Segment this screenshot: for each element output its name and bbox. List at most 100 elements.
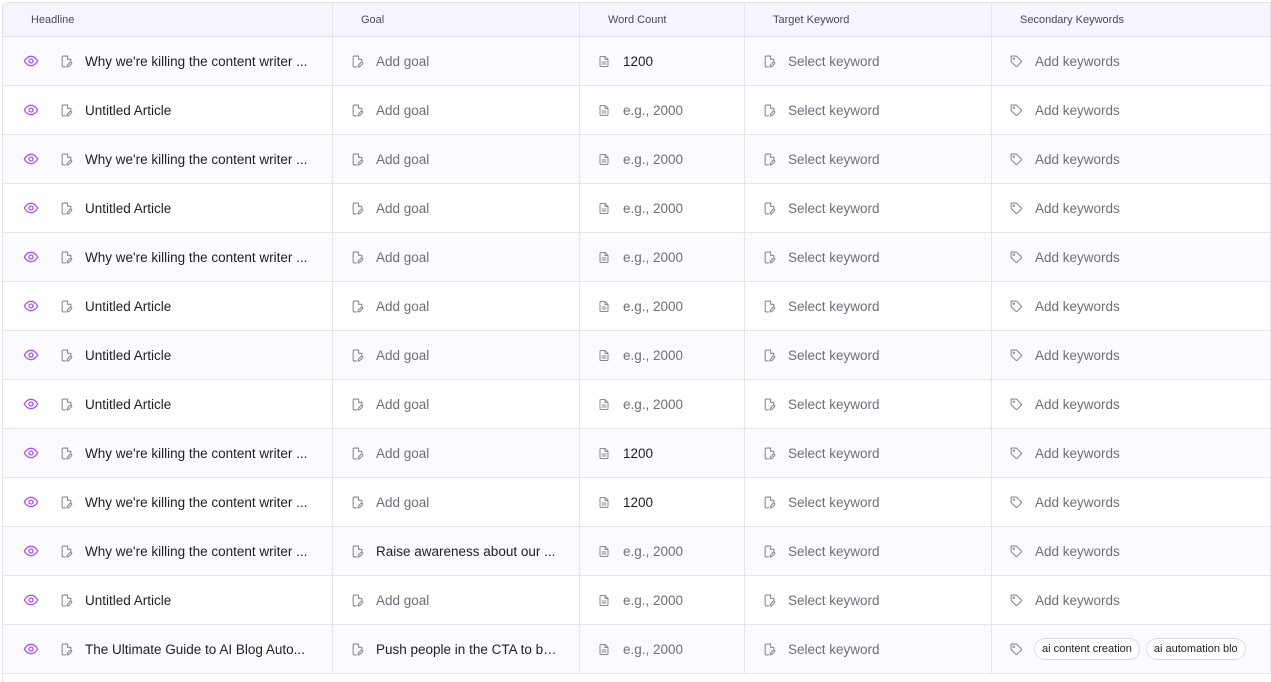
secondary-keywords-cell[interactable]: Add keywords <box>992 282 1271 330</box>
target-keyword-cell[interactable]: Select keyword <box>745 478 992 526</box>
eye-icon[interactable] <box>22 395 40 413</box>
goal-cell[interactable]: Add goal <box>333 37 580 85</box>
goal-cell[interactable]: Add goal <box>333 233 580 281</box>
table-row[interactable]: The Ultimate Guide to AI Blog Auto... Pu… <box>3 625 1271 674</box>
eye-icon[interactable] <box>22 444 40 462</box>
goal-cell[interactable]: Add goal <box>333 282 580 330</box>
target-keyword-cell[interactable]: Select keyword <box>745 527 992 575</box>
eye-icon[interactable] <box>22 199 40 217</box>
table-row[interactable]: Why we're killing the content writer ...… <box>3 527 1271 576</box>
target-keyword-cell[interactable]: Select keyword <box>745 576 992 624</box>
goal-cell[interactable]: Add goal <box>333 429 580 477</box>
secondary-keywords-cell[interactable]: ai content creation ai automation blo <box>992 625 1271 673</box>
secondary-keywords-cell[interactable]: Add keywords <box>992 331 1271 379</box>
word-count-cell[interactable]: 1200 <box>580 429 745 477</box>
target-keyword-cell[interactable]: Select keyword <box>745 184 992 232</box>
word-count-cell[interactable]: 1200 <box>580 478 745 526</box>
eye-icon[interactable] <box>22 297 40 315</box>
eye-icon[interactable] <box>22 640 40 658</box>
headline-cell[interactable]: Untitled Article <box>3 282 333 330</box>
secondary-keywords-cell[interactable]: Add keywords <box>992 576 1271 624</box>
goal-cell[interactable]: Add goal <box>333 576 580 624</box>
headline-cell[interactable]: Why we're killing the content writer ... <box>3 527 333 575</box>
column-header-goal[interactable]: Goal <box>333 3 580 36</box>
target-keyword-cell[interactable]: Select keyword <box>745 331 992 379</box>
secondary-keywords-cell[interactable]: Add keywords <box>992 37 1271 85</box>
target-keyword-cell[interactable]: Select keyword <box>745 37 992 85</box>
headline-cell[interactable]: Untitled Article <box>3 184 333 232</box>
headline-cell[interactable]: Why we're killing the content writer ... <box>3 135 333 183</box>
headline-cell[interactable]: Why we're killing the content writer ... <box>3 37 333 85</box>
headline-cell[interactable]: Untitled Article <box>3 86 333 134</box>
column-header-target-keyword[interactable]: Target Keyword <box>745 3 992 36</box>
file-edit-icon <box>59 593 73 607</box>
secondary-keywords-cell[interactable]: Add keywords <box>992 86 1271 134</box>
goal-cell[interactable]: Raise awareness about our ... <box>333 527 580 575</box>
table-row[interactable]: Untitled Article Add goal e.g., 2000 Sel… <box>3 86 1271 135</box>
goal-cell[interactable]: Add goal <box>333 380 580 428</box>
eye-icon[interactable] <box>22 101 40 119</box>
eye-icon[interactable] <box>22 52 40 70</box>
word-count-cell[interactable]: e.g., 2000 <box>580 576 745 624</box>
table-row[interactable]: Untitled Article Add goal e.g., 2000 Sel… <box>3 380 1271 429</box>
secondary-keywords-cell[interactable]: Add keywords <box>992 429 1271 477</box>
goal-cell[interactable]: Push people in the CTA to bo... <box>333 625 580 673</box>
word-count-cell[interactable]: e.g., 2000 <box>580 625 745 673</box>
table-row[interactable]: Why we're killing the content writer ...… <box>3 37 1271 86</box>
table-row[interactable]: Why we're killing the content writer ...… <box>3 233 1271 282</box>
headline-cell[interactable]: Why we're killing the content writer ... <box>3 233 333 281</box>
word-count-cell[interactable]: e.g., 2000 <box>580 135 745 183</box>
secondary-keywords-cell[interactable]: Add keywords <box>992 135 1271 183</box>
column-header-secondary-keywords[interactable]: Secondary Keywords <box>992 3 1271 36</box>
goal-cell[interactable]: Add goal <box>333 86 580 134</box>
word-count-cell[interactable]: e.g., 2000 <box>580 527 745 575</box>
headline-cell[interactable]: Why we're killing the content writer ... <box>3 429 333 477</box>
word-count-cell[interactable]: 1200 <box>580 37 745 85</box>
table-row[interactable]: Untitled Article Add goal e.g., 2000 Sel… <box>3 282 1271 331</box>
eye-icon[interactable] <box>22 150 40 168</box>
target-keyword-cell[interactable]: Select keyword <box>745 429 992 477</box>
column-header-word-count[interactable]: Word Count <box>580 3 745 36</box>
table-row[interactable]: Untitled Article Add goal e.g., 2000 Sel… <box>3 331 1271 380</box>
target-keyword-cell[interactable]: Select keyword <box>745 135 992 183</box>
goal-cell[interactable]: Add goal <box>333 135 580 183</box>
headline-cell[interactable]: Untitled Article <box>3 576 333 624</box>
secondary-keywords-cell[interactable]: Add keywords <box>992 478 1271 526</box>
secondary-keywords-cell[interactable]: Add keywords <box>992 527 1271 575</box>
target-keyword-cell[interactable]: Select keyword <box>745 233 992 281</box>
headline-cell[interactable]: The Ultimate Guide to AI Blog Auto... <box>3 625 333 673</box>
target-keyword-cell[interactable]: Select keyword <box>745 380 992 428</box>
table-row[interactable]: Why we're killing the content writer ...… <box>3 429 1271 478</box>
goal-cell[interactable]: Add goal <box>333 331 580 379</box>
word-count-cell[interactable]: e.g., 2000 <box>580 233 745 281</box>
secondary-keywords-cell[interactable]: Add keywords <box>992 233 1271 281</box>
word-count-cell[interactable]: e.g., 2000 <box>580 86 745 134</box>
word-count-cell[interactable]: e.g., 2000 <box>580 380 745 428</box>
table-row[interactable]: Why we're killing the content writer ...… <box>3 135 1271 184</box>
column-header-headline[interactable]: Headline <box>3 3 333 36</box>
target-keyword-cell[interactable]: Select keyword <box>745 86 992 134</box>
keyword-chip[interactable]: ai automation blo <box>1145 638 1246 660</box>
target-keyword-cell[interactable]: Select keyword <box>745 625 992 673</box>
headline-cell[interactable]: Why we're killing the content writer ... <box>3 478 333 526</box>
word-count-cell[interactable]: e.g., 2000 <box>580 184 745 232</box>
table-row[interactable]: Why we're killing the content writer ...… <box>3 478 1271 527</box>
eye-icon[interactable] <box>22 248 40 266</box>
keyword-chip[interactable]: ai content creation <box>1034 638 1140 660</box>
goal-cell[interactable]: Add goal <box>333 478 580 526</box>
secondary-keywords-cell[interactable]: Add keywords <box>992 184 1271 232</box>
word-count-cell[interactable]: e.g., 2000 <box>580 282 745 330</box>
eye-icon[interactable] <box>22 346 40 364</box>
word-count-cell[interactable]: e.g., 2000 <box>580 331 745 379</box>
eye-icon[interactable] <box>22 591 40 609</box>
eye-icon[interactable] <box>22 542 40 560</box>
goal-cell[interactable]: Add goal <box>333 184 580 232</box>
target-keyword-cell[interactable]: Select keyword <box>745 282 992 330</box>
headline-cell[interactable]: Untitled Article <box>3 380 333 428</box>
eye-icon[interactable] <box>22 493 40 511</box>
table-row[interactable]: Untitled Article Add goal e.g., 2000 Sel… <box>3 576 1271 625</box>
table-row[interactable]: Untitled Article Add goal e.g., 2000 Sel… <box>3 184 1271 233</box>
headline-text: Why we're killing the content writer ... <box>85 494 308 510</box>
headline-cell[interactable]: Untitled Article <box>3 331 333 379</box>
secondary-keywords-cell[interactable]: Add keywords <box>992 380 1271 428</box>
